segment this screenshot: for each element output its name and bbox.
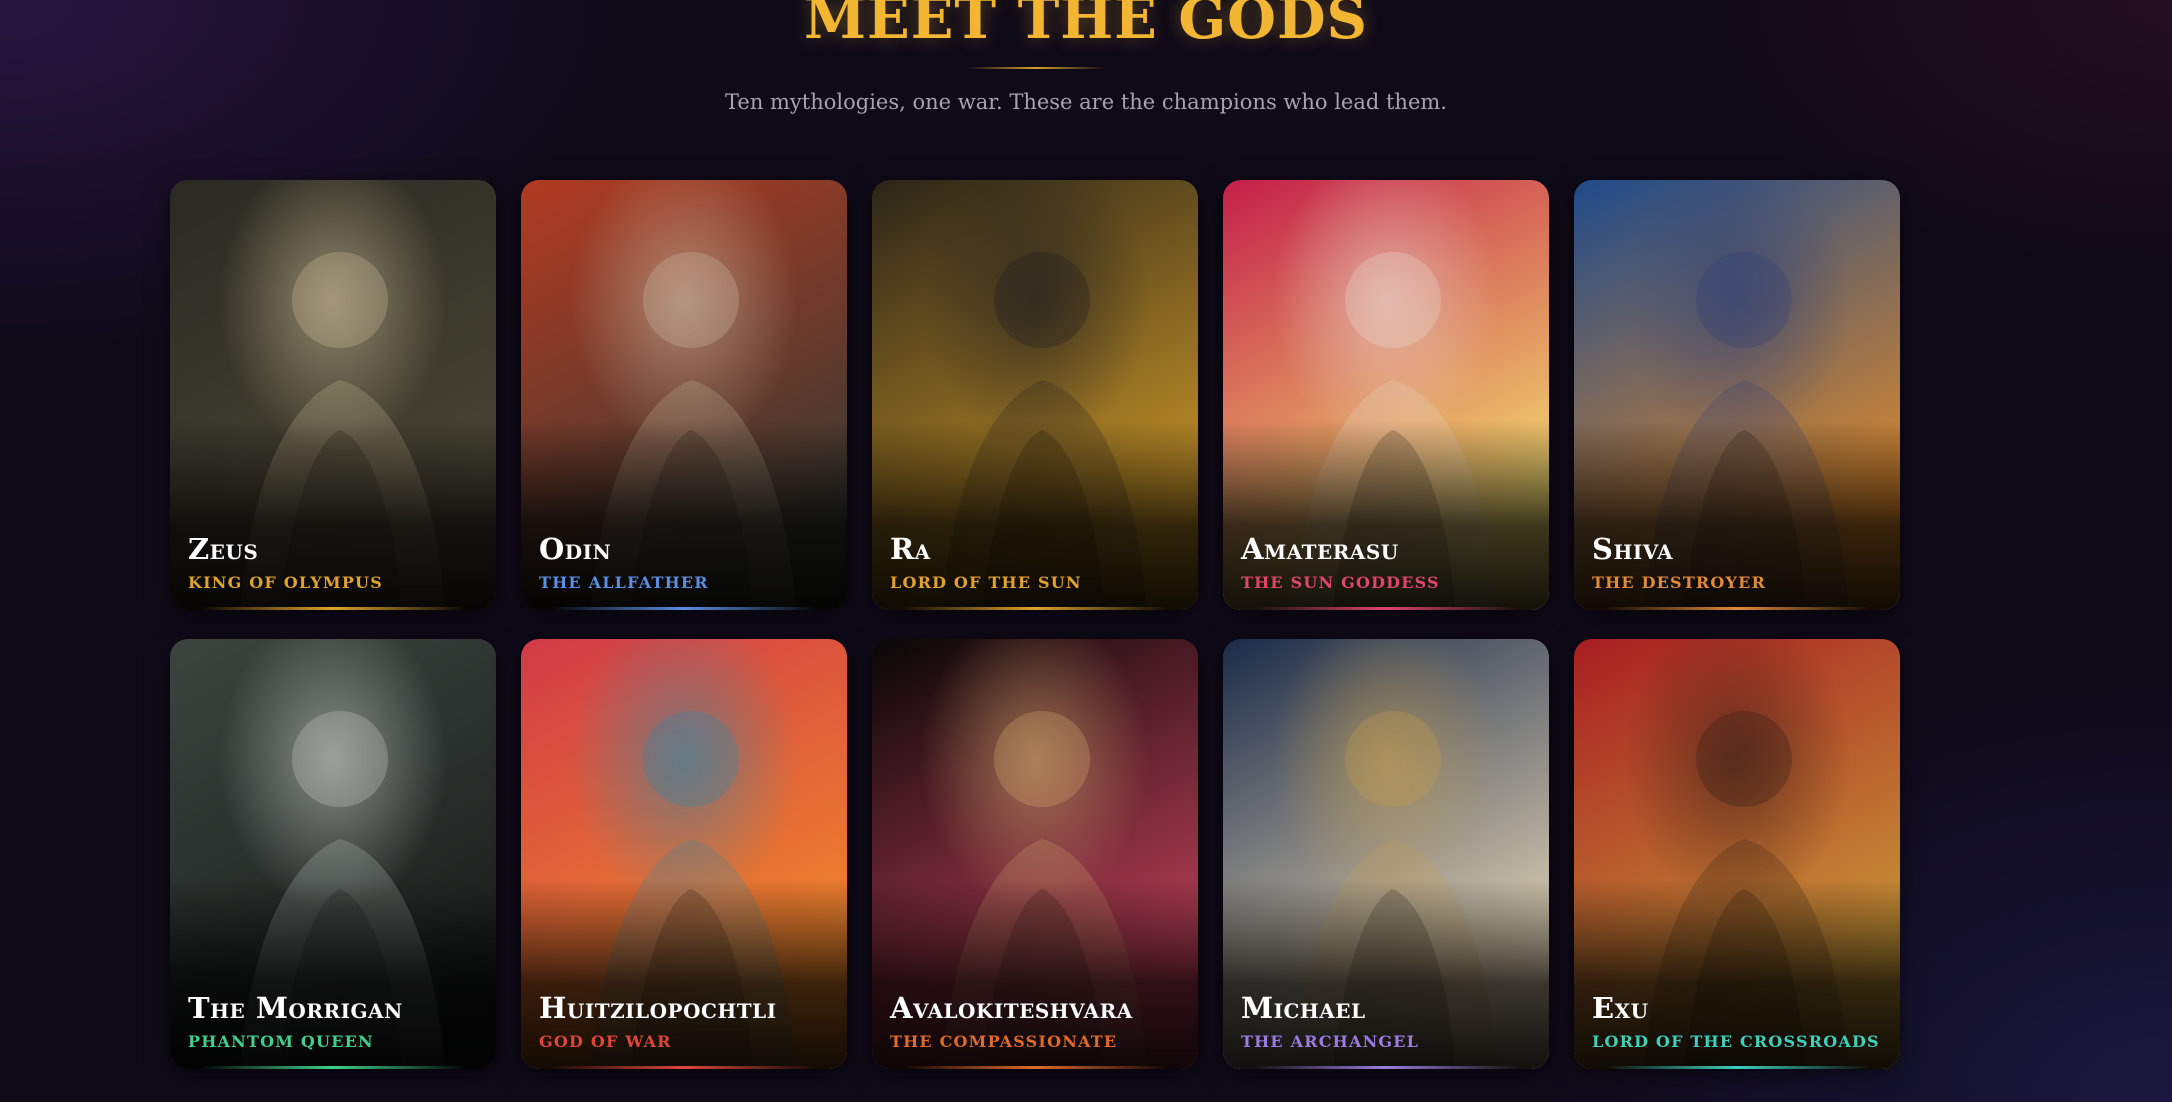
- god-card[interactable]: Zeus King of Olympus: [170, 180, 496, 610]
- god-title: The Compassionate: [890, 1032, 1118, 1051]
- god-name: Shiva: [1592, 532, 1674, 566]
- god-card[interactable]: The Morrigan Phantom Queen: [170, 639, 496, 1069]
- god-card[interactable]: Amaterasu The Sun Goddess: [1223, 180, 1549, 610]
- god-title: The Sun Goddess: [1241, 573, 1440, 592]
- god-title: The Destroyer: [1592, 573, 1767, 592]
- card-accent-bar: [1604, 1066, 1870, 1069]
- god-name: Huitzilopochtli: [539, 991, 777, 1025]
- god-title: The Archangel: [1241, 1032, 1420, 1051]
- god-name: Michael: [1241, 991, 1366, 1025]
- god-card[interactable]: Ra Lord of the Sun: [872, 180, 1198, 610]
- god-name: Zeus: [188, 532, 259, 566]
- card-accent-bar: [1253, 1066, 1519, 1069]
- card-accent-bar: [200, 1066, 466, 1069]
- page-subtitle: Ten mythologies, one war. These are the …: [725, 90, 1447, 114]
- god-card[interactable]: Exu Lord of the Crossroads: [1574, 639, 1900, 1069]
- god-title: The Allfather: [539, 573, 709, 592]
- god-card[interactable]: Michael The Archangel: [1223, 639, 1549, 1069]
- title-divider: [966, 67, 1106, 69]
- card-accent-bar: [902, 607, 1168, 610]
- god-title: King of Olympus: [188, 573, 383, 592]
- god-name: Ra: [890, 532, 931, 566]
- god-title: Phantom Queen: [188, 1032, 374, 1051]
- god-card[interactable]: Odin The Allfather: [521, 180, 847, 610]
- god-name: The Morrigan: [188, 991, 403, 1025]
- god-name: Amaterasu: [1241, 532, 1399, 566]
- card-accent-bar: [551, 1066, 817, 1069]
- god-name: Avalokiteshvara: [890, 991, 1133, 1025]
- god-name: Odin: [539, 532, 612, 566]
- card-accent-bar: [902, 1066, 1168, 1069]
- god-card[interactable]: Shiva The Destroyer: [1574, 180, 1900, 610]
- god-title: Lord of the Sun: [890, 573, 1082, 592]
- card-accent-bar: [1604, 607, 1870, 610]
- god-title: God of War: [539, 1032, 672, 1051]
- page-title: MEET THE GODS: [804, 0, 1368, 52]
- card-accent-bar: [551, 607, 817, 610]
- god-card[interactable]: Huitzilopochtli God of War: [521, 639, 847, 1069]
- card-accent-bar: [1253, 607, 1519, 610]
- god-title: Lord of the Crossroads: [1592, 1032, 1880, 1051]
- god-card[interactable]: Avalokiteshvara The Compassionate: [872, 639, 1198, 1069]
- card-accent-bar: [200, 607, 466, 610]
- god-name: Exu: [1592, 991, 1649, 1025]
